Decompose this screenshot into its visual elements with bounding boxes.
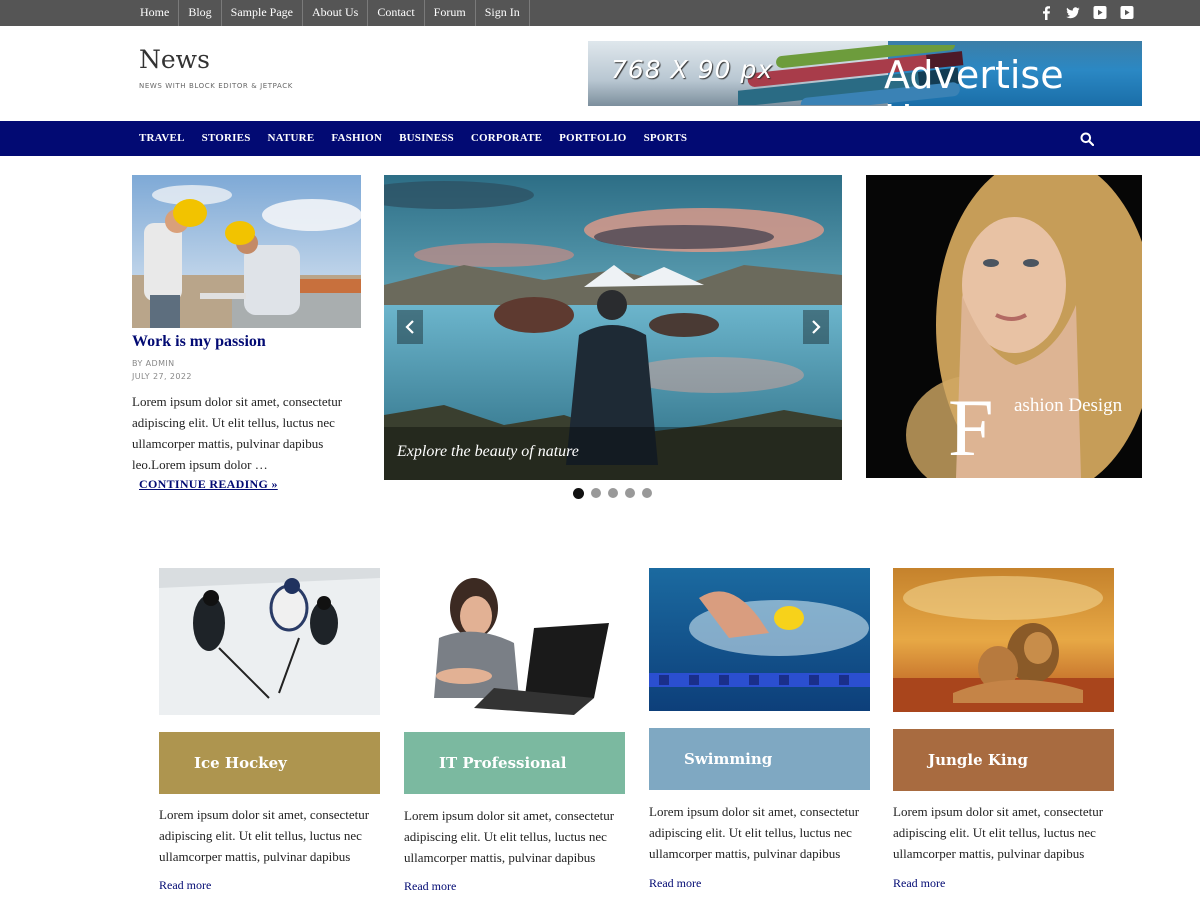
promo-title: ashion Design — [1014, 395, 1123, 416]
slider-next-button[interactable] — [803, 310, 829, 344]
primary-navigation: TRAVEL STORIES NATURE FASHION BUSINESS C… — [0, 121, 1200, 156]
slider-dots — [573, 487, 652, 499]
card-image-lions[interactable] — [893, 568, 1114, 712]
card-text: Lorem ipsum dolor sit amet, consectetur … — [649, 804, 860, 861]
slider-dot[interactable] — [591, 488, 601, 498]
facebook-icon[interactable] — [1039, 5, 1053, 20]
chevron-right-icon — [812, 320, 821, 334]
post-title[interactable]: Work is my passion — [132, 332, 361, 352]
continue-reading-link[interactable]: CONTINUE READING » — [139, 477, 278, 492]
read-more-link[interactable]: Read more — [404, 879, 456, 894]
nav-travel[interactable]: TRAVEL — [139, 121, 185, 156]
slider-prev-button[interactable] — [397, 310, 423, 344]
card-text: Lorem ipsum dolor sit amet, consectetur … — [159, 807, 370, 864]
card-swimming: Swimming Lorem ipsum dolor sit amet, con… — [649, 568, 870, 890]
promo-image-woman — [866, 175, 1142, 478]
read-more-link[interactable]: Read more — [893, 876, 945, 891]
top-nav-blog[interactable]: Blog — [179, 0, 222, 26]
nav-business[interactable]: BUSINESS — [399, 121, 454, 156]
featured-post: Work is my passion BY ADMIN JULY 27, 202… — [132, 175, 361, 493]
youtube-icon[interactable] — [1093, 5, 1107, 20]
card-image-hockey[interactable] — [159, 568, 380, 715]
nav-fashion[interactable]: FASHION — [331, 121, 382, 156]
primary-nav-links: TRAVEL STORIES NATURE FASHION BUSINESS C… — [139, 121, 687, 156]
card-image-swimmer[interactable] — [649, 568, 870, 711]
card-text: Lorem ipsum dolor sit amet, consectetur … — [893, 804, 1104, 861]
card-label[interactable]: Jungle King — [893, 729, 1114, 791]
slider-dot[interactable] — [608, 488, 618, 498]
ad-size-label: 768 X 90 px — [611, 55, 774, 84]
slide-caption[interactable]: Explore the beauty of nature — [397, 443, 579, 461]
top-navigation: Home Blog Sample Page About Us Contact F… — [131, 0, 530, 26]
card-label[interactable]: IT Professional — [404, 732, 625, 794]
image-slider: Explore the beauty of nature — [384, 175, 842, 480]
top-nav-home[interactable]: Home — [131, 0, 180, 26]
read-more-link[interactable]: Read more — [159, 878, 211, 893]
twitter-icon[interactable] — [1066, 5, 1080, 20]
post-date: JULY 27, 2022 — [132, 372, 192, 381]
post-author[interactable]: BY ADMIN — [132, 357, 361, 370]
search-icon[interactable] — [1080, 132, 1094, 146]
slider-dot[interactable] — [642, 488, 652, 498]
card-label[interactable]: Ice Hockey — [159, 732, 380, 794]
chevron-left-icon — [405, 320, 414, 334]
site-tagline: News with Block Editor & Jetpack — [139, 82, 293, 90]
nav-sports[interactable]: SPORTS — [644, 121, 688, 156]
fashion-promo[interactable]: F ashion Design — [866, 175, 1142, 478]
card-it-professional: IT Professional Lorem ipsum dolor sit am… — [404, 568, 625, 893]
social-links — [1039, 5, 1134, 20]
post-excerpt: Lorem ipsum dolor sit amet, consectetur … — [132, 394, 343, 472]
youtube-icon[interactable] — [1120, 5, 1134, 20]
post-thumbnail-workers[interactable] — [132, 175, 361, 328]
promo-initial: F — [948, 382, 994, 473]
nav-portfolio[interactable]: PORTFOLIO — [559, 121, 626, 156]
site-title[interactable]: News — [139, 44, 293, 76]
card-jungle-king: Jungle King Lorem ipsum dolor sit amet, … — [893, 568, 1114, 890]
top-nav-sample-page[interactable]: Sample Page — [222, 0, 303, 26]
site-branding: News News with Block Editor & Jetpack — [139, 44, 293, 90]
advertisement-banner[interactable]: 768 X 90 px Advertise Here — [588, 41, 1142, 106]
card-image-laptop[interactable] — [404, 568, 625, 715]
nav-corporate[interactable]: CORPORATE — [471, 121, 542, 156]
top-nav-contact[interactable]: Contact — [368, 0, 425, 26]
card-text: Lorem ipsum dolor sit amet, consectetur … — [404, 808, 615, 865]
top-nav-about-us[interactable]: About Us — [303, 0, 369, 26]
top-nav-sign-in[interactable]: Sign In — [476, 0, 530, 26]
slider-dot[interactable] — [625, 488, 635, 498]
slider-dot[interactable] — [573, 487, 584, 499]
nav-nature[interactable]: NATURE — [268, 121, 315, 156]
top-nav-forum[interactable]: Forum — [425, 0, 476, 26]
card-ice-hockey: Ice Hockey Lorem ipsum dolor sit amet, c… — [159, 568, 380, 892]
nav-stories[interactable]: STORIES — [202, 121, 251, 156]
card-label[interactable]: Swimming — [649, 728, 870, 790]
read-more-link[interactable]: Read more — [649, 876, 701, 891]
ad-text: Advertise Here — [884, 53, 1064, 106]
top-bar: Home Blog Sample Page About Us Contact F… — [0, 0, 1200, 26]
